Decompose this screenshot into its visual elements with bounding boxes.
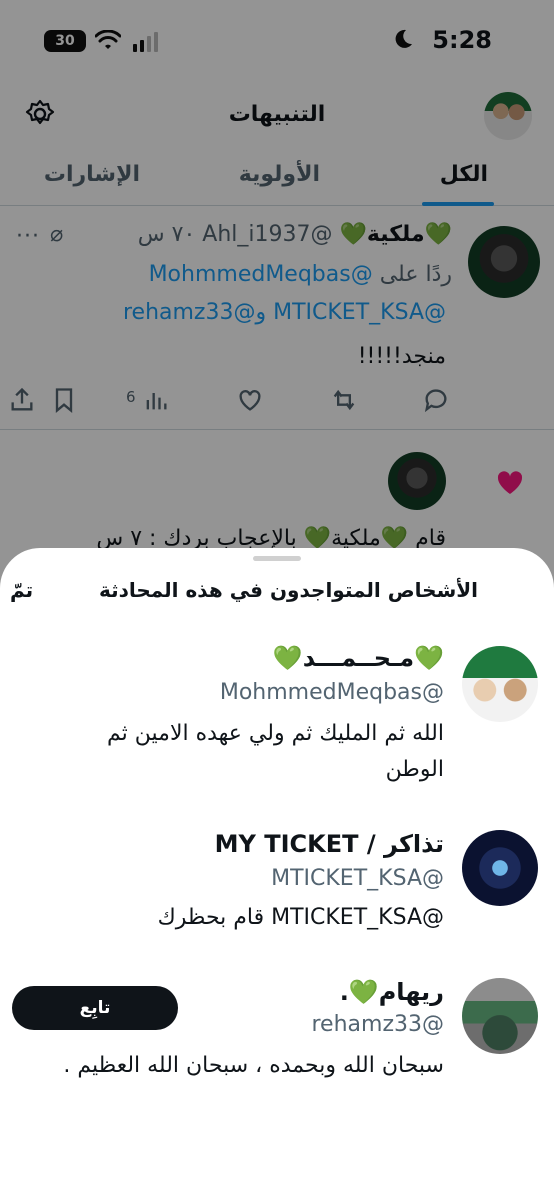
done-button[interactable]: تمّ xyxy=(10,578,33,602)
person-row[interactable]: 💚مـحــمـــد💚 @MohmmedMeqbas الله ثم المل… xyxy=(0,640,554,790)
person-avatar[interactable] xyxy=(462,830,538,906)
person-avatar[interactable] xyxy=(462,978,538,1054)
person-handle: @rehamz33 xyxy=(311,1012,445,1037)
person-name: تذاكر / MY TICKET xyxy=(214,830,444,858)
person-name: 💚مـحــمـــد💚 xyxy=(272,644,444,672)
sheet-grabber[interactable] xyxy=(253,556,301,561)
person-bio: سبحان الله وبحمده ، سبحان الله العظيم . xyxy=(63,1053,444,1078)
person-bio: الله ثم المليك ثم ولي عهده الامين ثم الو… xyxy=(107,721,444,782)
person-row[interactable]: ريهام💚. @rehamz33 سبحان الله وبحمده ، سب… xyxy=(0,978,554,1128)
person-row[interactable]: تذاكر / MY TICKET @MTICKET_KSA @MTICKET_… xyxy=(0,830,554,940)
person-handle: @MTICKET_KSA xyxy=(271,866,444,891)
follow-button[interactable]: تابِع xyxy=(12,986,178,1030)
conversation-people-sheet: الأشخاص المتواجدون في هذه المحادثة تمّ 💚… xyxy=(0,548,554,1200)
person-handle: @MohmmedMeqbas xyxy=(219,680,444,705)
sheet-title: الأشخاص المتواجدون في هذه المحادثة xyxy=(98,578,478,602)
person-name: ريهام💚. xyxy=(339,978,444,1006)
person-avatar[interactable] xyxy=(462,646,538,722)
person-bio: @MTICKET_KSA قام بحظرك xyxy=(157,905,444,930)
